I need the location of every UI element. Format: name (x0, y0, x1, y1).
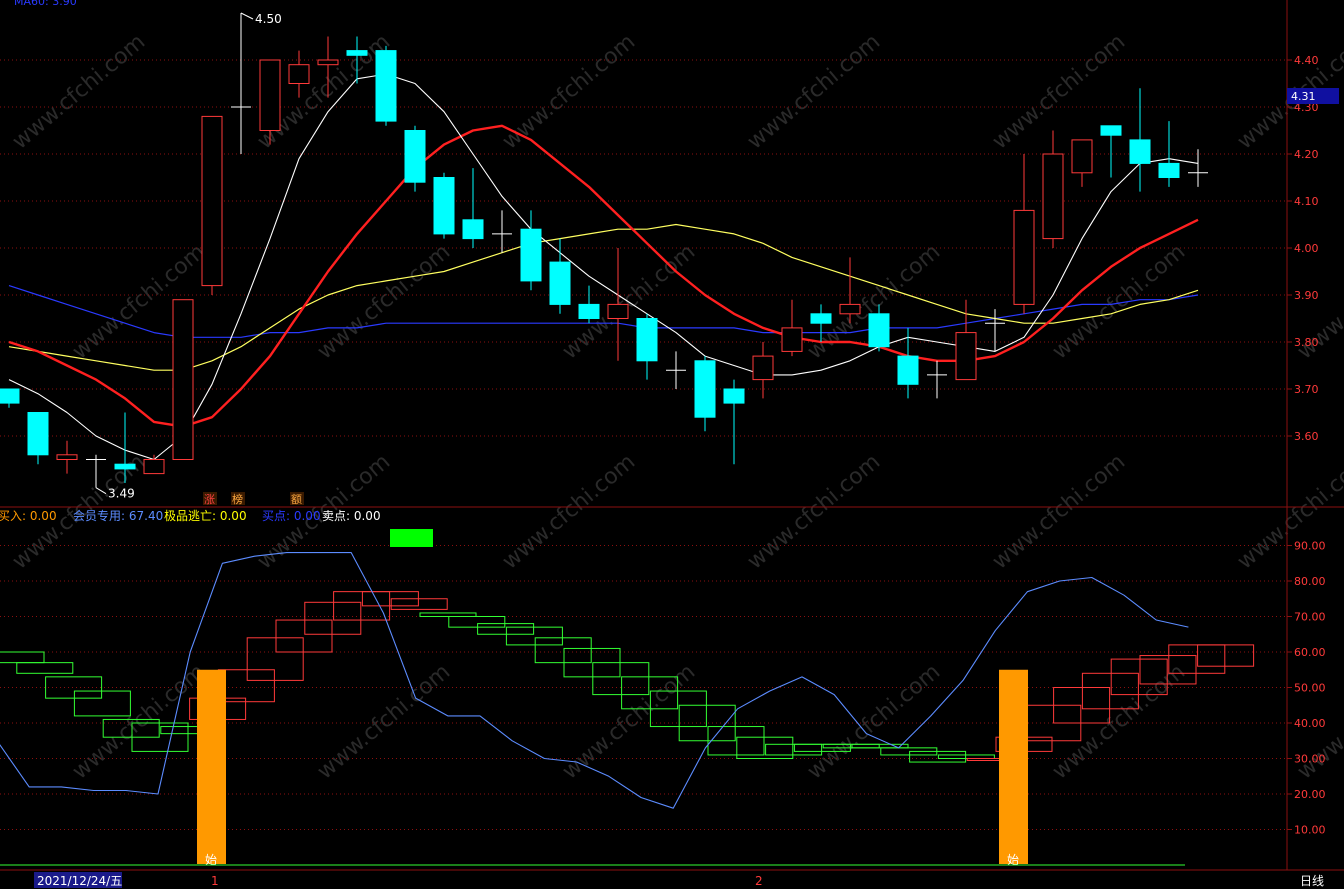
indicator-tick-label: 70.00 (1294, 611, 1326, 624)
price-tick-label: 4.00 (1294, 242, 1319, 255)
candle-body (0, 388, 20, 404)
candle-body (288, 64, 310, 84)
indicator-tick-label: 50.00 (1294, 682, 1326, 695)
candle-body (317, 59, 339, 66)
candle-body (1071, 139, 1093, 174)
candle-body (1100, 125, 1122, 136)
axis-mark-1: 1 (211, 874, 219, 888)
date-tag[interactable]: 2021/12/24/五 (37, 874, 122, 888)
candle-body (897, 355, 919, 385)
candle-body (404, 130, 426, 183)
ma60-header-label: MA60: 3.90 (14, 0, 77, 8)
indicator-tick-label: 40.00 (1294, 717, 1326, 730)
marker-label: 榜 (232, 492, 243, 506)
candle-body (114, 463, 136, 470)
candle-body (868, 313, 890, 348)
price-tick-label: 3.70 (1294, 383, 1319, 396)
legend-item: 买点: 0.00 (262, 509, 321, 523)
candle-body (143, 459, 165, 475)
candle-body (752, 355, 774, 381)
candle-body (839, 303, 861, 315)
price-tick-label: 3.80 (1294, 336, 1319, 349)
candle-body (375, 50, 397, 122)
candle-body (1013, 209, 1035, 305)
indicator-tick-label: 90.00 (1294, 540, 1326, 553)
legend-item: 极品逃亡: 0.00 (164, 509, 247, 523)
candle-body (578, 303, 600, 319)
candle-body (810, 313, 832, 324)
signal-bar (197, 669, 226, 864)
candle-body (781, 327, 803, 352)
candle-body (172, 299, 194, 461)
candle-body (433, 177, 455, 235)
legend-item: 会员专用: 67.40 (73, 508, 163, 523)
price-tick-label: 4.20 (1294, 148, 1319, 161)
candle-body (201, 115, 223, 287)
axis-mark-2: 2 (755, 874, 763, 888)
candle-body (955, 332, 977, 381)
candle-body (56, 454, 78, 460)
marker-label: 额 (291, 493, 302, 506)
candle-body (1129, 139, 1151, 164)
candle-body (694, 360, 716, 418)
indicator-tick-label: 60.00 (1294, 646, 1326, 659)
low-annotation: 3.49 (108, 487, 135, 501)
candle-body (636, 318, 658, 362)
candle (172, 299, 194, 461)
indicator-tick-label: 10.00 (1294, 824, 1326, 837)
candle (375, 45, 397, 126)
high-annotation: 4.50 (255, 12, 282, 26)
candle-body (723, 388, 745, 404)
candle-body (27, 412, 49, 456)
candle (433, 172, 455, 239)
price-tick-label: 4.10 (1294, 195, 1319, 208)
indicator-tick-label: 20.00 (1294, 788, 1326, 801)
cycle-button[interactable]: 日线 (1300, 874, 1324, 888)
stock-chart: www.cfchi.com www.cfchi.com www.cfchi.com w… (0, 0, 1344, 889)
legend-item: 买入: 0.00 (0, 509, 57, 523)
candle-body (1158, 162, 1180, 178)
candle-body (462, 219, 484, 240)
marker-label: 涨 (204, 493, 215, 506)
candle (201, 115, 223, 295)
signal-bar (999, 669, 1028, 864)
candle-body (1042, 153, 1064, 240)
indicator-tick-label: 80.00 (1294, 575, 1326, 588)
price-tick-label: 3.60 (1294, 430, 1319, 443)
candle-body (259, 59, 281, 131)
legend-item: 卖点: 0.00 (322, 509, 381, 523)
indicator-top-marker (390, 529, 433, 547)
price-tick-label: 3.90 (1294, 289, 1319, 302)
candle-body (346, 50, 368, 56)
price-tick-label: 4.40 (1294, 54, 1319, 67)
candle-body (549, 261, 571, 305)
candle-body (607, 303, 629, 319)
current-price-tag: 4.31 (1291, 90, 1316, 103)
indicator-tick-label: 30.00 (1294, 753, 1326, 766)
candle-body (520, 228, 542, 282)
candle (404, 125, 426, 192)
